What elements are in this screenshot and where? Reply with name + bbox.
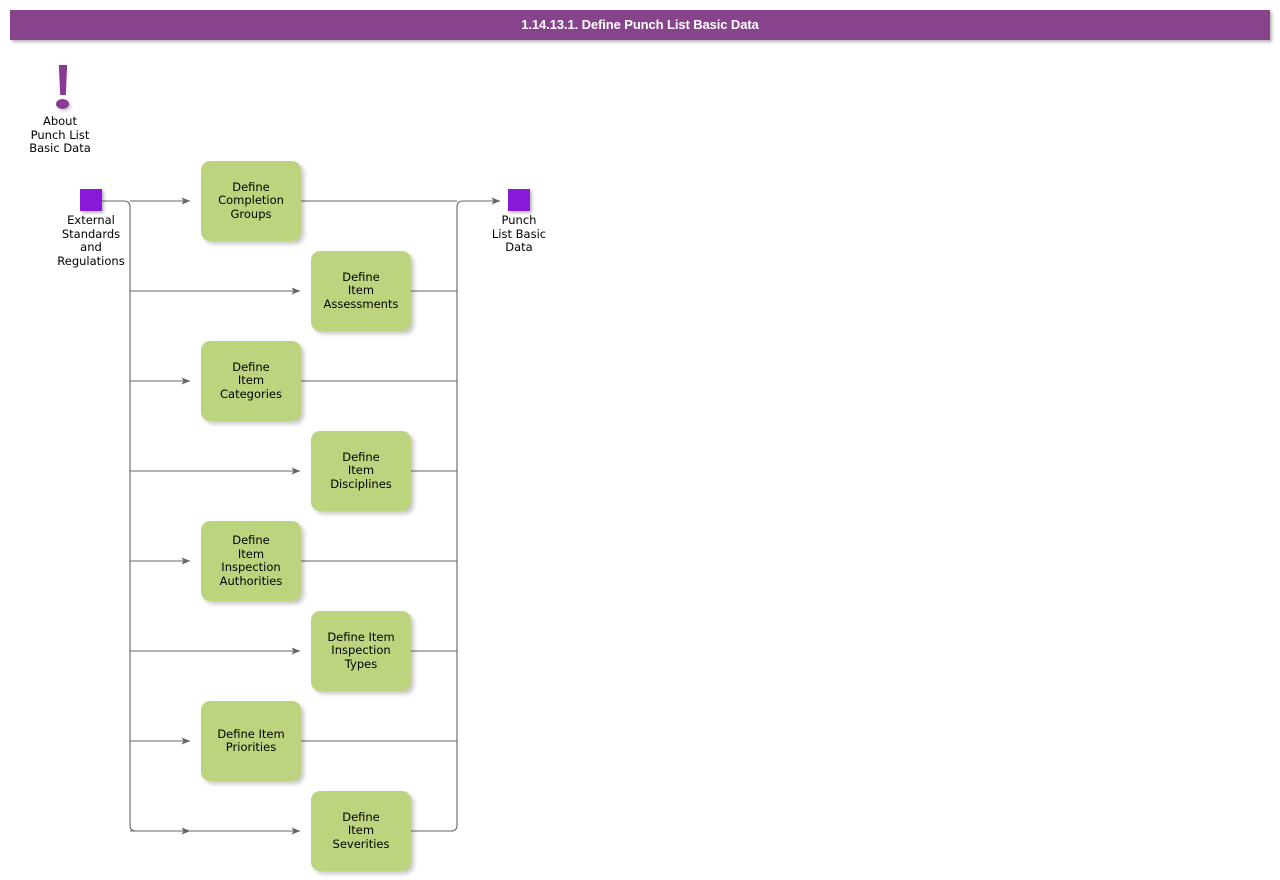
process-box-define-item-inspection-types[interactable]: Define Item Inspection Types bbox=[311, 611, 411, 691]
about-info-label: About Punch List Basic Data bbox=[10, 115, 110, 156]
process-box-label: Define Item Priorities bbox=[217, 728, 284, 755]
exclamation-stem bbox=[58, 65, 68, 95]
process-box-label: Define Item Severities bbox=[333, 811, 390, 852]
page-title: 1.14.13.1. Define Punch List Basic Data bbox=[10, 10, 1270, 40]
process-box-label: Define Item Assessments bbox=[324, 271, 399, 312]
process-box-label: Define Item Disciplines bbox=[330, 451, 392, 492]
process-box-define-completion-groups[interactable]: Define Completion Groups bbox=[201, 161, 301, 241]
node-output-label: Punch List Basic Data bbox=[469, 214, 569, 255]
exclamation-dot bbox=[56, 99, 69, 109]
connector-lines bbox=[0, 40, 1280, 880]
process-box-define-item-categories[interactable]: Define Item Categories bbox=[201, 341, 301, 421]
process-box-label: Define Item Inspection Authorities bbox=[220, 534, 283, 588]
process-box-label: Define Completion Groups bbox=[218, 181, 284, 222]
process-box-define-item-priorities[interactable]: Define Item Priorities bbox=[201, 701, 301, 781]
node-punch-list-basic-data[interactable]: Punch List Basic Data bbox=[469, 189, 569, 255]
process-box-define-item-disciplines[interactable]: Define Item Disciplines bbox=[311, 431, 411, 511]
node-input-label: External Standards and Regulations bbox=[41, 214, 141, 268]
purple-square-icon bbox=[80, 189, 102, 211]
purple-square-icon bbox=[508, 189, 530, 211]
process-flow-diagram: About Punch List Basic Data External Sta… bbox=[0, 40, 1280, 880]
about-info-marker[interactable]: About Punch List Basic Data bbox=[10, 65, 110, 156]
process-box-define-item-assessments[interactable]: Define Item Assessments bbox=[311, 251, 411, 331]
process-box-define-item-inspection-authorities[interactable]: Define Item Inspection Authorities bbox=[201, 521, 301, 601]
window-title-bar: 1.14.13.1. Define Punch List Basic Data bbox=[10, 10, 1270, 40]
process-box-label: Define Item Categories bbox=[220, 361, 282, 402]
process-box-label: Define Item Inspection Types bbox=[327, 631, 394, 672]
process-box-define-item-severities[interactable]: Define Item Severities bbox=[311, 791, 411, 871]
exclamation-icon bbox=[10, 65, 110, 113]
node-external-standards-and-regulations[interactable]: External Standards and Regulations bbox=[41, 189, 141, 268]
